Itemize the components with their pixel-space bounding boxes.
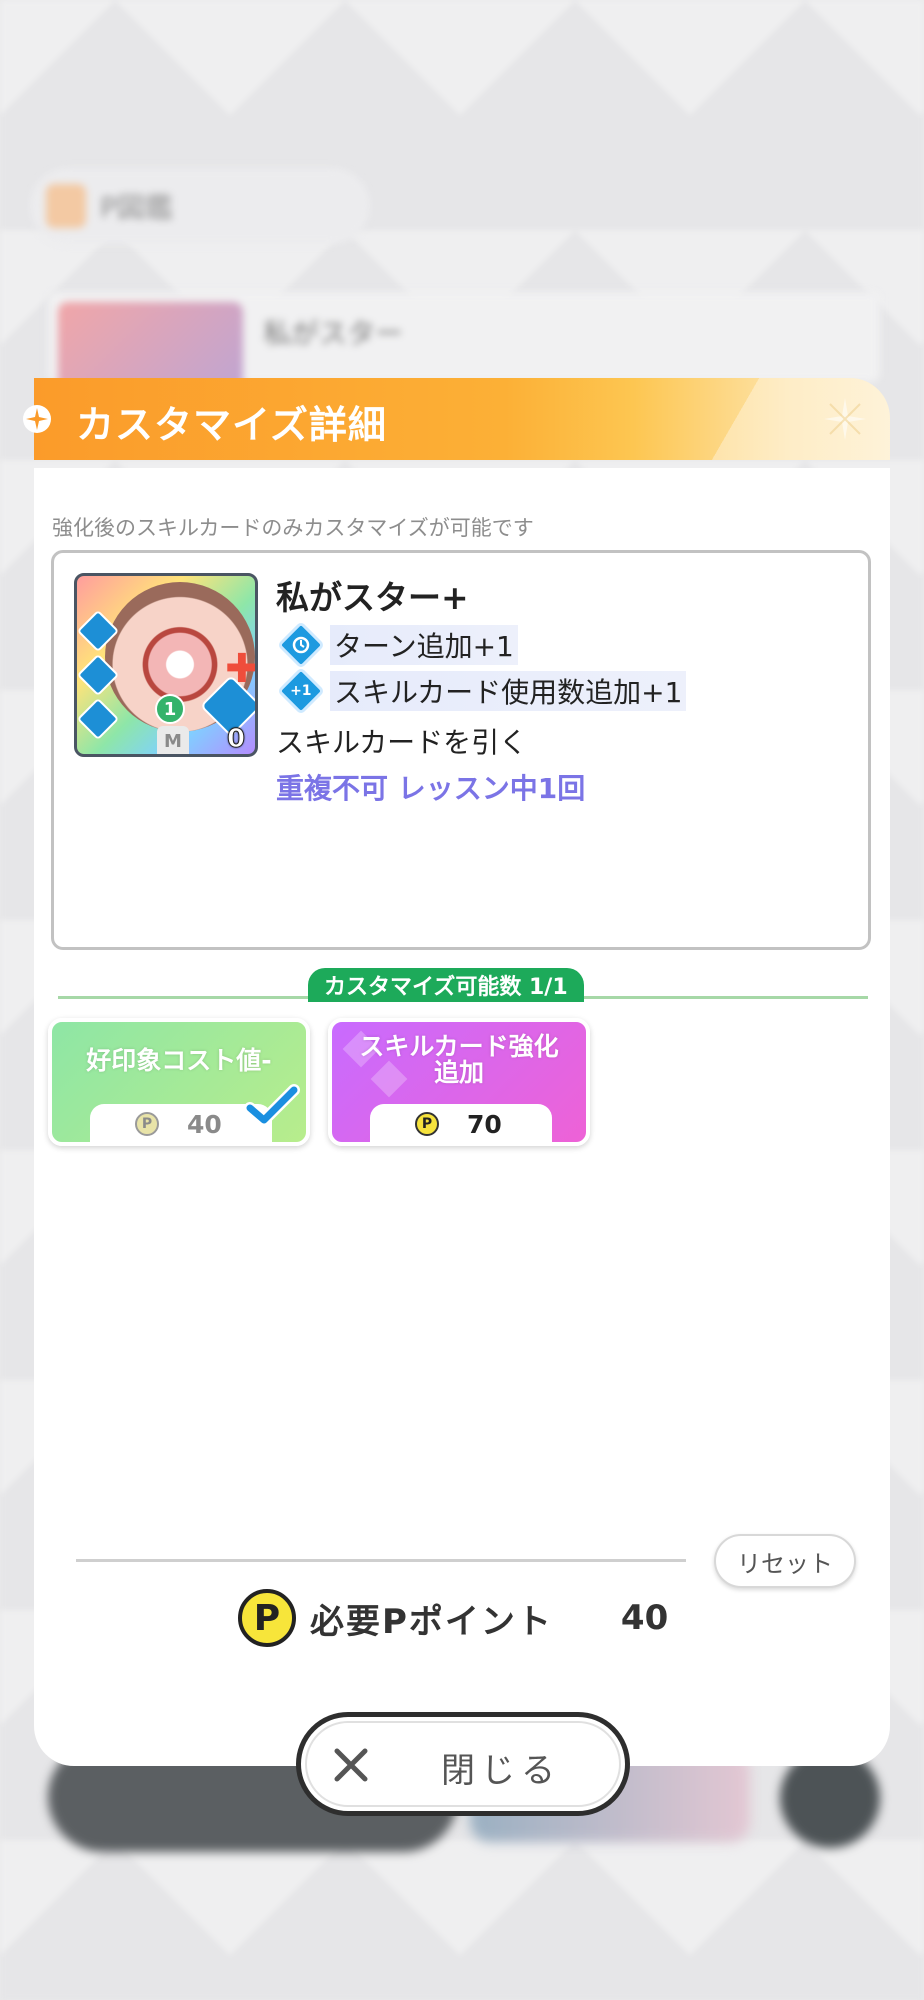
card-use-plus-icon-label: +1: [290, 682, 312, 699]
skill-card-detail: ✚ 0 1 M 私がスター+ ターン追加+1 +1 スキルカード使用数追加+1 …: [51, 550, 871, 950]
option-favorable-cost-down[interactable]: 好印象コスト値- P 40: [48, 1018, 310, 1146]
p-point-coin-icon: P: [135, 1112, 159, 1136]
card-count: 0: [226, 724, 246, 755]
close-button-label: 閉じる: [441, 1751, 561, 1791]
option-cost: P 70: [370, 1104, 552, 1142]
modal-title: カスタマイズ詳細: [76, 403, 387, 447]
card-cost-badge: 1: [155, 694, 185, 724]
selected-check-icon: [244, 1084, 300, 1126]
sparkle-ornament-icon: [824, 398, 866, 440]
customize-note: 強化後のスキルカードのみカスタマイズが可能です: [52, 516, 534, 540]
p-point-coin-icon: P: [238, 1589, 296, 1647]
customize-count-label: カスタマイズ可能数 1/1: [308, 968, 584, 1002]
draw-card-icon: [77, 697, 120, 741]
card-type-badge: M: [157, 726, 189, 754]
p-point-coin-icon: P: [415, 1112, 439, 1136]
sparkle-icon: [23, 405, 51, 433]
book-icon: [46, 184, 86, 228]
points-divider: [76, 1559, 686, 1562]
option-label: スキルカード強化 追加: [332, 1034, 586, 1086]
option-label-line: スキルカード強化 追加: [359, 1032, 559, 1087]
effect-card-use-plus: +1 スキルカード使用数追加+1: [276, 666, 687, 716]
required-points-value: 40: [620, 1598, 669, 1638]
customize-detail-modal: カスタマイズ詳細 強化後のスキルカードのみカスタマイズが可能です ✚ 0 1 M…: [23, 378, 890, 1766]
effect-text: スキルカード使用数追加+1: [330, 671, 687, 711]
required-points-label: 必要Pポイント: [310, 1601, 553, 1642]
skill-card-name: 私がスター+: [276, 578, 469, 617]
background-tab-label: P図鑑: [100, 191, 173, 224]
effect-draw-card: スキルカードを引く: [276, 726, 528, 759]
skill-card-art: ✚ 0 1 M: [74, 573, 258, 757]
background-card-title: 私がスター: [263, 317, 404, 350]
modal-body: 強化後のスキルカードのみカスタマイズが可能です ✚ 0 1 M 私がスター+ タ…: [34, 468, 890, 1766]
effect-limit: 重複不可 レッスン中1回: [276, 772, 586, 805]
turn-plus-icon: [276, 620, 326, 670]
option-skill-card-upgrade[interactable]: スキルカード強化 追加 P 70: [328, 1018, 590, 1146]
option-label: 好印象コスト値-: [86, 1046, 272, 1075]
reset-button[interactable]: リセット: [714, 1534, 856, 1588]
required-points-row: P 必要Pポイント 40: [238, 1588, 668, 1648]
option-cost-value: 40: [187, 1109, 222, 1139]
close-button[interactable]: 閉じる: [296, 1712, 630, 1816]
effect-text: ターン追加+1: [330, 625, 518, 665]
background-tab: P図鑑: [30, 168, 370, 244]
card-use-plus-icon: +1: [276, 666, 326, 716]
modal-header: カスタマイズ詳細: [34, 378, 890, 460]
close-icon: [334, 1748, 368, 1782]
background-card: 私がスター: [48, 292, 880, 432]
effect-turn-plus: ターン追加+1: [276, 620, 518, 670]
option-cost-value: 70: [467, 1109, 502, 1139]
